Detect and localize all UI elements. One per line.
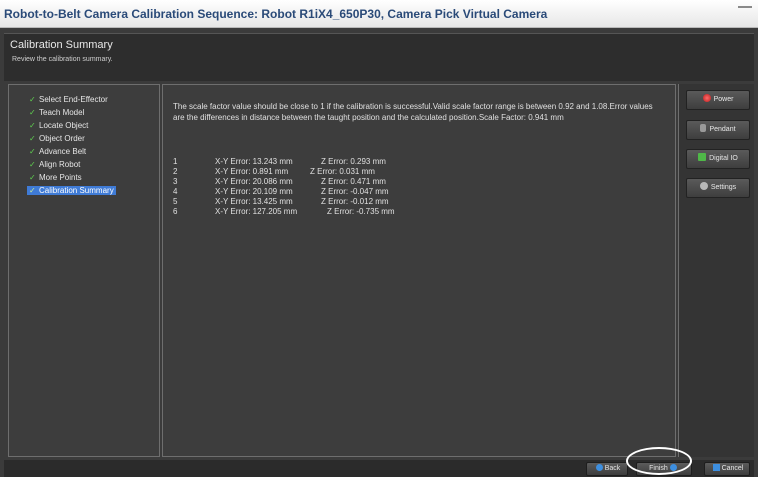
side-toolbar: Power Pendant Digital IO Settings <box>678 84 754 457</box>
row-number: 2 <box>173 167 178 176</box>
z-error: Z Error: -0.012 mm <box>321 197 389 206</box>
digital-io-label: Digital IO <box>709 155 738 162</box>
step-item-more-points[interactable]: ✓ More Points <box>29 173 82 182</box>
step-item-select-end-effector[interactable]: ✓ Select End-Effector <box>29 95 108 104</box>
cancel-x-icon <box>712 464 720 471</box>
summary-panel: The scale factor value should be close t… <box>162 84 676 457</box>
xy-error: X-Y Error: 20.086 mm <box>215 177 293 186</box>
step-item-calibration-summary[interactable]: ✓ Calibration Summary <box>27 186 116 195</box>
step-label: Teach Model <box>39 108 85 117</box>
step-item-teach-model[interactable]: ✓ Teach Model <box>29 108 84 117</box>
row-number: 1 <box>173 157 178 166</box>
step-label: Align Robot <box>39 160 81 169</box>
xy-error: X-Y Error: 127.205 mm <box>215 207 298 216</box>
step-label: Select End-Effector <box>39 95 108 104</box>
z-error: Z Error: 0.031 mm <box>310 167 375 176</box>
step-label: Advance Belt <box>39 147 87 156</box>
xy-error: X-Y Error: 13.425 mm <box>215 197 293 206</box>
step-item-advance-belt[interactable]: ✓ Advance Belt <box>29 147 86 156</box>
page-subtitle: Review the calibration summary. <box>12 56 113 63</box>
finish-highlight-circle <box>626 447 692 475</box>
summary-description: The scale factor value should be close t… <box>173 102 653 122</box>
step-list: ✓ Select End-Effector ✓ Teach Model ✓ Locat… <box>8 84 160 457</box>
power-icon <box>702 94 711 102</box>
minimize-icon[interactable] <box>738 6 752 18</box>
digital-io-button[interactable]: Digital IO <box>686 149 750 169</box>
row-number: 6 <box>173 207 178 216</box>
page-title: Calibration Summary <box>10 39 113 51</box>
window-title-bar: Robot-to-Belt Camera Calibration Sequenc… <box>0 0 758 28</box>
page-header: Calibration Summary Review the calibrati… <box>4 33 754 81</box>
z-error: Z Error: -0.735 mm <box>327 207 395 216</box>
xy-error: X-Y Error: 0.891 mm <box>215 167 289 176</box>
xy-error: X-Y Error: 13.243 mm <box>215 157 293 166</box>
back-label: Back <box>604 465 621 472</box>
row-number: 5 <box>173 197 178 206</box>
pendant-label: Pendant <box>709 126 736 133</box>
pendant-icon <box>700 124 707 132</box>
step-item-locate-object[interactable]: ✓ Locate Object <box>29 121 88 130</box>
back-arrow-icon <box>595 464 603 471</box>
z-error: Z Error: -0.047 mm <box>321 187 389 196</box>
cancel-button[interactable]: Cancel <box>704 462 750 476</box>
settings-label: Settings <box>710 184 737 191</box>
row-number: 3 <box>173 177 178 186</box>
step-item-object-order[interactable]: ✓ Object Order <box>29 134 85 143</box>
back-button[interactable]: Back <box>586 462 628 476</box>
check-icon: ✓ <box>29 134 36 143</box>
step-label: Calibration Summary <box>39 186 114 195</box>
step-label: Object Order <box>39 134 85 143</box>
cancel-label: Cancel <box>721 465 744 472</box>
window-title: Robot-to-Belt Camera Calibration Sequenc… <box>4 7 548 21</box>
xy-error: X-Y Error: 20.109 mm <box>215 187 293 196</box>
digital-io-icon <box>698 153 707 161</box>
settings-icon <box>699 182 708 190</box>
step-label: Locate Object <box>39 121 89 130</box>
check-icon: ✓ <box>29 186 36 195</box>
row-number: 4 <box>173 187 178 196</box>
check-icon: ✓ <box>29 160 36 169</box>
power-label: Power <box>713 96 734 103</box>
check-icon: ✓ <box>29 173 36 182</box>
settings-button[interactable]: Settings <box>686 178 750 198</box>
step-label: More Points <box>39 173 82 182</box>
step-item-align-robot[interactable]: ✓ Align Robot <box>29 160 80 169</box>
power-button[interactable]: Power <box>686 90 750 110</box>
check-icon: ✓ <box>29 147 36 156</box>
pendant-button[interactable]: Pendant <box>686 120 750 140</box>
z-error: Z Error: 0.471 mm <box>321 177 386 186</box>
check-icon: ✓ <box>29 121 36 130</box>
z-error: Z Error: 0.293 mm <box>321 157 386 166</box>
check-icon: ✓ <box>29 108 36 117</box>
check-icon: ✓ <box>29 95 36 104</box>
